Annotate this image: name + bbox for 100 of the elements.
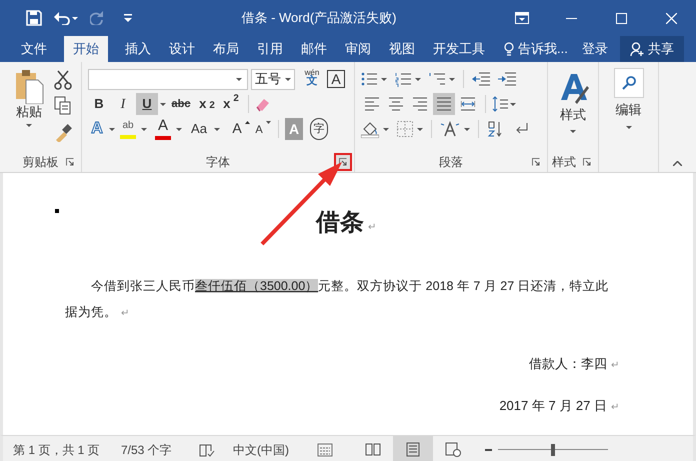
view-icon bbox=[405, 442, 421, 457]
caret-icon[interactable] bbox=[214, 128, 220, 130]
shrink-font-button[interactable]: A bbox=[254, 118, 272, 140]
ribbon-tab[interactable]: 开始 bbox=[64, 36, 108, 62]
view-icon bbox=[365, 442, 381, 457]
launcher-icon bbox=[66, 158, 74, 166]
align-icon bbox=[365, 97, 379, 111]
macro-icon[interactable] bbox=[317, 442, 333, 456]
person-add-icon bbox=[630, 42, 644, 56]
sort-icon[interactable] bbox=[487, 121, 503, 137]
font-name-field[interactable] bbox=[88, 68, 248, 90]
editing-button[interactable]: 编辑 bbox=[606, 68, 650, 152]
enclose-characters-button[interactable]: 字 bbox=[310, 118, 328, 140]
search-icon bbox=[622, 76, 636, 90]
group-label: 字体 bbox=[206, 154, 230, 171]
eraser-icon[interactable] bbox=[255, 96, 271, 112]
ribbon-tab[interactable]: 邮件 bbox=[292, 36, 336, 62]
numbering-icon[interactable] bbox=[395, 71, 411, 87]
redo-icon bbox=[90, 11, 104, 25]
group-label: 剪贴板 bbox=[22, 154, 58, 171]
caret-icon[interactable] bbox=[109, 128, 115, 130]
highlight-button[interactable]: ab bbox=[118, 118, 138, 140]
chinese-layout-icon[interactable] bbox=[440, 121, 460, 137]
caret-icon[interactable] bbox=[141, 128, 147, 130]
language-status[interactable]: 中文(中国) bbox=[233, 440, 305, 458]
ribbon-tab[interactable]: 文件 bbox=[12, 36, 56, 62]
ribbon-tab[interactable]: 插入 bbox=[116, 36, 160, 62]
caret-icon bbox=[26, 124, 32, 127]
launcher-icon bbox=[583, 158, 591, 166]
document-title: 借条 ↵ bbox=[314, 208, 377, 238]
caret-icon bbox=[626, 126, 632, 129]
phonetic-guide-button[interactable]: wén 文 bbox=[302, 68, 322, 90]
window-title: 借条 - Word(产品激活失败) bbox=[240, 9, 398, 28]
ribbon-tab[interactable]: 审阅 bbox=[336, 36, 380, 62]
word-count[interactable]: 7/53 个字 bbox=[121, 440, 199, 458]
styles-button[interactable]: 样式 bbox=[551, 68, 595, 152]
group-label: 段落 bbox=[439, 154, 463, 171]
zoom-slider[interactable] bbox=[498, 444, 608, 456]
show-marks-icon[interactable] bbox=[515, 122, 529, 136]
font-color-button[interactable]: A bbox=[153, 118, 173, 140]
multilevel-list-icon[interactable] bbox=[429, 71, 445, 87]
decrease-indent-icon[interactable] bbox=[472, 72, 490, 86]
caret-icon[interactable] bbox=[383, 128, 389, 130]
ribbon-tab[interactable]: 设计 bbox=[160, 36, 204, 62]
scissors-icon[interactable] bbox=[54, 70, 72, 90]
up-caret-icon bbox=[244, 121, 250, 124]
customize-icon[interactable] bbox=[124, 14, 132, 22]
slider-thumb[interactable] bbox=[551, 444, 555, 456]
save-icon[interactable] bbox=[26, 10, 42, 26]
justify-button[interactable] bbox=[433, 93, 455, 115]
font-size-field[interactable]: 五号 bbox=[251, 68, 295, 90]
tell-me-field[interactable]: 告诉我... bbox=[518, 39, 568, 59]
undo-icon[interactable] bbox=[54, 11, 78, 25]
align-icon bbox=[389, 97, 403, 111]
share-button[interactable]: 共享 bbox=[620, 36, 684, 62]
bullets-icon[interactable] bbox=[361, 71, 377, 87]
strikethrough-button[interactable]: abc bbox=[168, 93, 194, 115]
ribbon-tab[interactable]: 开发工具 bbox=[424, 36, 494, 62]
caret-icon[interactable] bbox=[415, 78, 421, 80]
paste-button[interactable]: 粘贴 bbox=[10, 68, 48, 152]
align-icon bbox=[461, 97, 475, 111]
collapse-ribbon-icon[interactable] bbox=[673, 161, 682, 166]
format-mark-icon bbox=[55, 209, 59, 213]
caret-icon bbox=[570, 130, 576, 133]
subscript-button[interactable]: x$_{2}$ bbox=[196, 93, 218, 115]
superscript-button[interactable]: x$^{2}$ bbox=[220, 93, 242, 115]
format-painter-icon[interactable] bbox=[54, 122, 72, 142]
page-count[interactable]: 第 1 页，共 1 页 bbox=[13, 440, 121, 458]
caret-icon[interactable] bbox=[381, 78, 387, 80]
character-border-button[interactable]: A bbox=[327, 70, 345, 88]
caret-icon[interactable] bbox=[449, 78, 455, 80]
increase-indent-icon[interactable] bbox=[498, 72, 516, 86]
proofing-icon[interactable] bbox=[199, 442, 215, 456]
underline-button[interactable]: U bbox=[136, 93, 158, 115]
change-case-button[interactable]: Aa bbox=[187, 118, 211, 140]
caret-icon[interactable] bbox=[510, 102, 516, 106]
view-icon bbox=[445, 442, 461, 457]
caret-icon[interactable] bbox=[176, 128, 182, 130]
bold-button[interactable]: B bbox=[88, 93, 110, 115]
lightbulb-icon bbox=[504, 42, 514, 56]
shading-icon[interactable] bbox=[361, 120, 379, 138]
signature-line: 借款人：李四 ↵ bbox=[528, 355, 619, 373]
ribbon-tab[interactable]: 引用 bbox=[248, 36, 292, 62]
caret-icon[interactable] bbox=[160, 102, 166, 106]
ribbon-tab[interactable]: 视图 bbox=[380, 36, 424, 62]
ribbon-tab[interactable]: 布局 bbox=[204, 36, 248, 62]
print-layout-button[interactable] bbox=[393, 436, 433, 461]
maximize-icon bbox=[616, 12, 626, 24]
sign-in-link[interactable]: 登录 bbox=[572, 36, 618, 62]
copy-icon[interactable] bbox=[54, 96, 72, 116]
grow-font-button[interactable]: A bbox=[231, 118, 251, 140]
align-icon bbox=[437, 97, 451, 111]
launcher-icon bbox=[339, 158, 347, 166]
close-icon bbox=[666, 12, 676, 24]
down-caret-icon bbox=[266, 121, 271, 124]
italic-button[interactable]: I bbox=[112, 93, 134, 115]
caret-icon[interactable] bbox=[417, 128, 423, 130]
caret-icon[interactable] bbox=[464, 128, 470, 130]
ribbon-options-icon bbox=[515, 12, 529, 24]
line-spacing-icon[interactable] bbox=[492, 96, 508, 112]
